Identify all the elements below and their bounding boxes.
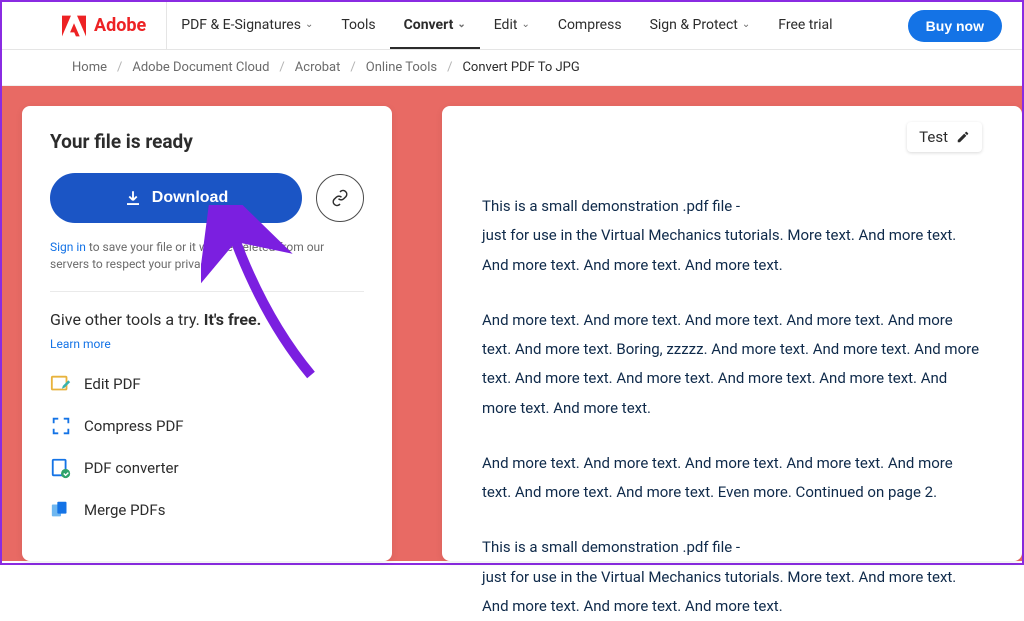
ready-panel: Your file is ready Download Sign in to s… <box>22 106 392 561</box>
copy-link-button[interactable] <box>316 174 364 222</box>
tool-compress-pdf[interactable]: Compress PDF <box>50 415 364 437</box>
brand-name: Adobe <box>94 15 146 36</box>
crumb-doc-cloud[interactable]: Adobe Document Cloud <box>132 60 269 75</box>
main-area: Your file is ready Download Sign in to s… <box>2 86 1022 561</box>
preview-panel: Test This is a small demonstration .pdf … <box>442 106 1022 561</box>
crumb-online-tools[interactable]: Online Tools <box>366 60 437 75</box>
chevron-down-icon: ⌄ <box>742 19 750 30</box>
signin-link[interactable]: Sign in <box>50 240 86 254</box>
filename-edit[interactable]: Test <box>907 122 982 152</box>
download-button[interactable]: Download <box>50 173 302 223</box>
doc-para: And more text. And more text. And more t… <box>482 449 982 508</box>
download-icon <box>124 189 142 207</box>
nav-tools[interactable]: Tools <box>327 2 389 49</box>
pencil-icon <box>956 130 970 144</box>
tool-pdf-converter[interactable]: PDF converter <box>50 457 364 479</box>
merge-pdfs-icon <box>50 499 72 521</box>
crumb-current: Convert PDF To JPG <box>462 60 579 75</box>
tool-list: Edit PDF Compress PDF PDF converter Merg… <box>50 373 364 521</box>
nav-menu: PDF & E-Signatures⌄ Tools Convert⌄ Edit⌄… <box>167 2 846 49</box>
learn-more-link[interactable]: Learn more <box>50 337 111 351</box>
doc-para: And more text. And more text. And more t… <box>482 306 982 423</box>
tool-merge-pdfs[interactable]: Merge PDFs <box>50 499 364 521</box>
nav-edit[interactable]: Edit⌄ <box>480 2 544 49</box>
buy-now-button[interactable]: Buy now <box>908 10 1002 42</box>
doc-para: This is a small demonstration .pdf file … <box>482 192 982 280</box>
tool-edit-pdf[interactable]: Edit PDF <box>50 373 364 395</box>
privacy-note: Sign in to save your file or it will be … <box>50 239 364 292</box>
chevron-down-icon: ⌄ <box>305 19 313 30</box>
chevron-down-icon: ⌄ <box>521 19 529 30</box>
other-tools-heading: Give other tools a try. It's free. <box>50 310 364 329</box>
breadcrumb: Home/ Adobe Document Cloud/ Acrobat/ Onl… <box>2 50 1022 86</box>
compress-pdf-icon <box>50 415 72 437</box>
ready-title: Your file is ready <box>50 130 364 153</box>
nav-compress[interactable]: Compress <box>544 2 636 49</box>
crumb-home[interactable]: Home <box>72 60 107 75</box>
nav-convert[interactable]: Convert⌄ <box>390 2 480 49</box>
nav-free-trial[interactable]: Free trial <box>764 2 846 49</box>
nav-sign-protect[interactable]: Sign & Protect⌄ <box>636 2 765 49</box>
top-nav: Adobe PDF & E-Signatures⌄ Tools Convert⌄… <box>2 2 1022 50</box>
crumb-acrobat[interactable]: Acrobat <box>295 60 341 75</box>
brand[interactable]: Adobe <box>62 2 167 49</box>
doc-para: This is a small demonstration .pdf file … <box>482 533 982 621</box>
chevron-down-icon: ⌄ <box>457 19 465 30</box>
adobe-logo-icon <box>62 15 86 37</box>
edit-pdf-icon <box>50 373 72 395</box>
link-icon <box>331 189 349 207</box>
document-preview: This is a small demonstration .pdf file … <box>482 192 982 621</box>
pdf-converter-icon <box>50 457 72 479</box>
nav-pdf-esign[interactable]: PDF & E-Signatures⌄ <box>167 2 327 49</box>
